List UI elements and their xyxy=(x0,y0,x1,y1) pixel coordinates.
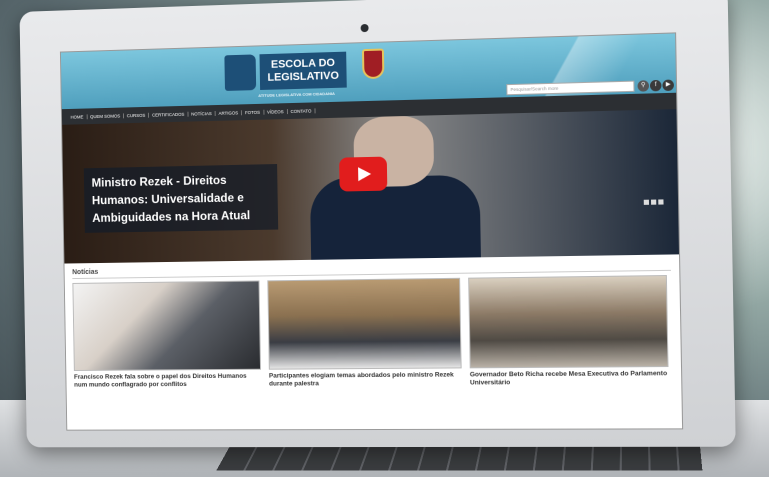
carousel-dot[interactable] xyxy=(658,199,664,205)
news-photo[interactable] xyxy=(468,275,669,369)
news-card[interactable]: Governador Beto Richa recebe Mesa Execut… xyxy=(468,275,669,387)
news-title[interactable]: Participantes elogiam temas abordados pe… xyxy=(269,371,462,388)
hero-video[interactable]: Ministro Rezek - Direitos Humanos: Unive… xyxy=(62,109,679,264)
site-logo[interactable]: ESCOLA DO LEGISLATIVO xyxy=(259,51,347,90)
news-card[interactable]: Participantes elogiam temas abordados pe… xyxy=(267,277,462,389)
logo-line2: LEGISLATIVO xyxy=(267,69,340,84)
news-photo[interactable] xyxy=(72,280,262,371)
logo-tagline: ATITUDE LEGISLATIVA COM CIDADANIA xyxy=(258,90,335,98)
speaker-figure xyxy=(309,174,482,264)
nav-item-home[interactable]: Home xyxy=(67,113,88,120)
logo-book-icon xyxy=(224,54,257,91)
play-icon[interactable] xyxy=(339,156,388,192)
laptop-screen: ESCOLA DO LEGISLATIVO ATITUDE LEGISLATIV… xyxy=(59,32,684,431)
nav-item-artigos[interactable]: Artigos xyxy=(215,109,243,116)
carousel-dot[interactable] xyxy=(650,199,657,205)
nav-item-certificados[interactable]: Certificados xyxy=(149,111,189,118)
nav-item-contato[interactable]: Contato xyxy=(287,107,316,114)
news-grid: Francisco Rezek fala sobre o papel dos D… xyxy=(72,275,673,390)
news-section: Notícias Francisco Rezek fala sobre o pa… xyxy=(64,254,681,395)
nav-item-videos[interactable]: Vídeos xyxy=(263,108,288,115)
news-title[interactable]: Governador Beto Richa recebe Mesa Execut… xyxy=(470,370,669,387)
hero-caption[interactable]: Ministro Rezek - Direitos Humanos: Unive… xyxy=(83,164,279,233)
nav-item-noticias[interactable]: Notícias xyxy=(188,110,216,117)
parana-coat-of-arms-icon xyxy=(361,48,385,80)
laptop-screen-bezel: ESCOLA DO LEGISLATIVO ATITUDE LEGISLATIV… xyxy=(19,0,736,448)
news-photo[interactable] xyxy=(267,277,462,370)
laptop-photo-scene: ESCOLA DO LEGISLATIVO ATITUDE LEGISLATIV… xyxy=(0,0,769,477)
news-card[interactable]: Francisco Rezek fala sobre o papel dos D… xyxy=(72,280,262,390)
nav-item-fotos[interactable]: Fotos xyxy=(242,109,265,115)
carousel-dot[interactable] xyxy=(643,199,650,205)
carousel-dots xyxy=(643,199,664,205)
webcam xyxy=(360,23,369,33)
nav-item-quem-somos[interactable]: Quem Somos xyxy=(87,112,125,119)
nav-item-cursos[interactable]: Cursos xyxy=(123,112,150,118)
news-title[interactable]: Francisco Rezek fala sobre o papel dos D… xyxy=(74,373,261,390)
